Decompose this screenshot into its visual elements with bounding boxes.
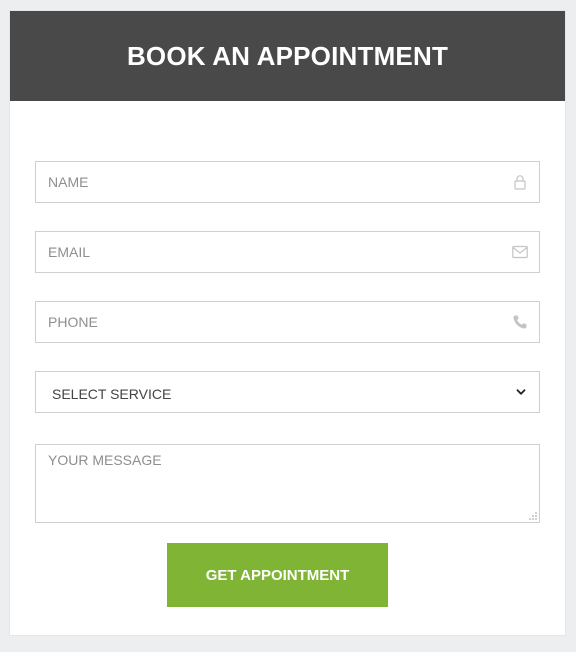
resize-grip-icon[interactable] <box>529 512 537 520</box>
get-appointment-button[interactable]: GET APPOINTMENT <box>167 543 388 607</box>
envelope-icon <box>512 245 528 259</box>
form-title: BOOK AN APPOINTMENT <box>126 40 449 71</box>
service-select[interactable]: SELECT SERVICE <box>35 371 540 413</box>
phone-input[interactable] <box>36 302 508 342</box>
phone-field[interactable] <box>35 301 540 343</box>
service-select-value: SELECT SERVICE <box>52 386 172 402</box>
email-input[interactable] <box>36 232 508 272</box>
name-input[interactable] <box>36 162 508 202</box>
email-field[interactable] <box>35 231 540 273</box>
message-field[interactable] <box>35 444 540 523</box>
message-textarea[interactable] <box>36 445 539 522</box>
phone-icon <box>513 315 527 329</box>
name-field[interactable] <box>35 161 540 203</box>
chevron-down-icon <box>516 389 526 395</box>
appointment-card: BOOK AN APPOINTMENT SELECT SERVICE <box>10 11 565 635</box>
form-header: BOOK AN APPOINTMENT <box>10 11 565 101</box>
user-icon <box>514 175 526 190</box>
